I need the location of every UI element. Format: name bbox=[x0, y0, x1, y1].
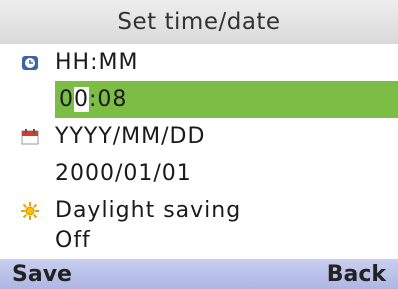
sun-icon bbox=[20, 201, 40, 221]
time-value: 00:08 bbox=[59, 87, 128, 112]
date-label: YYYY/MM/DD bbox=[55, 124, 206, 149]
date-value-row[interactable]: 2000/01/01 bbox=[0, 155, 398, 192]
dst-value-row[interactable]: Off bbox=[0, 222, 398, 259]
screen-title-text: Set time/date bbox=[117, 9, 281, 35]
time-label-row: HH:MM bbox=[0, 44, 398, 81]
softkey-bar: Save Back bbox=[0, 259, 398, 289]
time-label: HH:MM bbox=[55, 50, 139, 75]
date-label-row: YYYY/MM/DD bbox=[0, 118, 398, 155]
dst-label: Daylight saving bbox=[55, 198, 242, 223]
clock-icon bbox=[20, 53, 40, 73]
time-field[interactable]: 00:08 bbox=[55, 81, 398, 118]
save-softkey[interactable]: Save bbox=[0, 262, 84, 287]
calendar-icon bbox=[20, 127, 40, 147]
edit-cursor: 0 bbox=[74, 87, 89, 112]
date-value[interactable]: 2000/01/01 bbox=[55, 161, 192, 186]
screen-title: Set time/date bbox=[0, 0, 398, 44]
time-value-row[interactable]: 00:08 bbox=[0, 81, 398, 118]
dst-value[interactable]: Off bbox=[55, 228, 91, 253]
back-softkey[interactable]: Back bbox=[315, 262, 398, 287]
